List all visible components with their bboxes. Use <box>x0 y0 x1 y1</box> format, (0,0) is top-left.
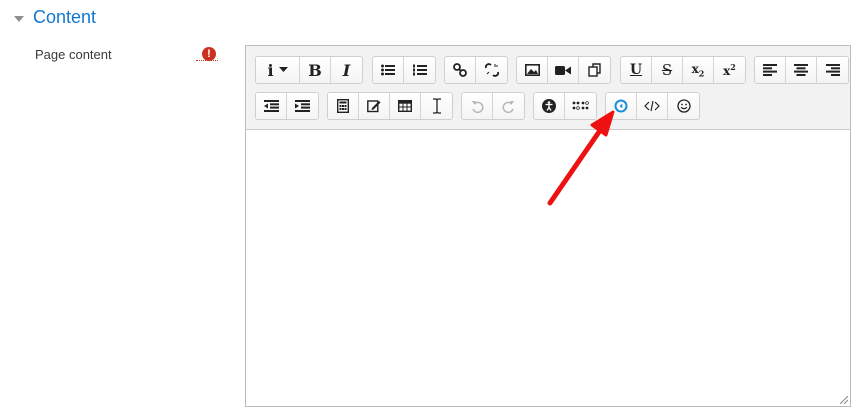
strikethrough-button[interactable]: S <box>652 57 683 83</box>
special-character-button[interactable] <box>359 93 390 119</box>
resize-handle-icon[interactable] <box>840 396 848 404</box>
group-indent <box>255 92 319 120</box>
smiley-icon <box>676 99 691 113</box>
outdent-icon <box>263 100 279 112</box>
group-insert <box>327 92 453 120</box>
group-text-format: U S x2 x2 <box>620 56 746 84</box>
required-icon: ! <box>202 47 216 61</box>
required-underline <box>196 60 218 61</box>
undo-button[interactable] <box>462 93 493 119</box>
info-icon: i <box>267 60 274 80</box>
superscript-button[interactable]: x2 <box>714 57 745 83</box>
circle-chevron-icon <box>614 99 628 113</box>
underline-button[interactable]: U <box>621 57 652 83</box>
group-misc <box>605 92 700 120</box>
video-camera-icon <box>555 65 571 75</box>
manage-files-button[interactable] <box>579 57 610 83</box>
unlink-button[interactable] <box>476 57 507 83</box>
dropdown-caret-icon <box>278 67 288 72</box>
code-icon <box>644 100 660 112</box>
group-history <box>461 92 525 120</box>
html-button[interactable] <box>637 93 668 119</box>
align-right-button[interactable] <box>817 57 848 83</box>
ordered-list-button[interactable] <box>404 57 435 83</box>
accessibility-checker-button[interactable] <box>534 93 565 119</box>
section-title: Content <box>33 7 97 27</box>
media-button[interactable] <box>548 57 579 83</box>
align-left-icon <box>763 64 777 76</box>
page-content-label: Page content <box>35 47 112 62</box>
redo-button[interactable] <box>493 93 524 119</box>
outdent-button[interactable] <box>256 93 287 119</box>
group-media <box>516 56 611 84</box>
table-button[interactable] <box>390 93 421 119</box>
accessibility-icon <box>542 99 556 113</box>
screenreader-helper-button[interactable] <box>565 93 596 119</box>
caret-down-icon <box>14 15 24 22</box>
indent-icon <box>295 100 310 112</box>
link-button[interactable] <box>445 57 476 83</box>
bold-button[interactable]: B <box>300 57 331 83</box>
group-links <box>444 56 508 84</box>
clear-formatting-button[interactable] <box>421 93 452 119</box>
calculator-icon <box>337 99 349 113</box>
link-icon <box>453 63 467 77</box>
image-button[interactable] <box>517 57 548 83</box>
group-style: i B I <box>255 56 363 84</box>
files-icon <box>587 63 601 77</box>
editor-toolbar: i B I U S x2 x2 <box>246 46 850 130</box>
paragraph-style-button[interactable]: i <box>256 57 300 83</box>
text-cursor-icon <box>432 98 441 114</box>
atto-editor: i B I U S x2 x2 <box>245 45 851 407</box>
image-icon <box>524 64 540 76</box>
group-align <box>754 56 849 84</box>
equation-button[interactable] <box>328 93 359 119</box>
group-lists <box>372 56 436 84</box>
redo-icon <box>502 100 515 113</box>
align-left-button[interactable] <box>755 57 786 83</box>
bulleted-list-icon <box>381 64 395 76</box>
numbered-list-icon <box>412 64 427 76</box>
align-center-icon <box>794 64 808 76</box>
align-center-button[interactable] <box>786 57 817 83</box>
unordered-list-button[interactable] <box>373 57 404 83</box>
group-accessibility <box>533 92 597 120</box>
edit-icon <box>367 100 381 113</box>
table-icon <box>398 100 412 112</box>
undo-icon <box>471 100 483 113</box>
record-rtc-button[interactable] <box>606 93 637 119</box>
italic-button[interactable]: I <box>331 57 362 83</box>
emoticon-button[interactable] <box>668 93 699 119</box>
content-section-toggle[interactable]: Content <box>14 7 96 28</box>
subscript-button[interactable]: x2 <box>683 57 714 83</box>
align-right-icon <box>825 64 840 76</box>
indent-button[interactable] <box>287 93 318 119</box>
editor-content-area[interactable] <box>246 131 850 406</box>
unlink-icon <box>484 63 499 77</box>
braille-icon <box>572 101 589 110</box>
